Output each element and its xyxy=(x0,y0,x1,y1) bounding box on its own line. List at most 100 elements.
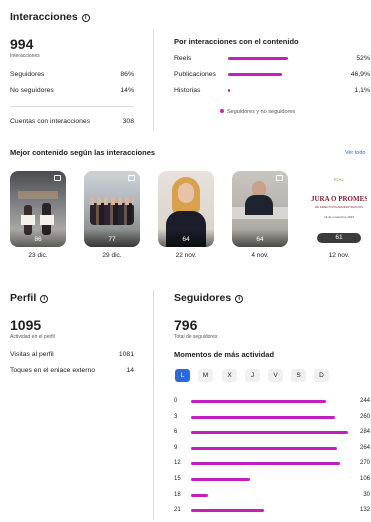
info-icon[interactable]: i xyxy=(235,295,244,303)
reels-label: Reels xyxy=(174,55,192,62)
hour-activity-bar xyxy=(191,462,340,466)
info-icon[interactable]: i xyxy=(81,14,90,22)
poster-logo: ICAL xyxy=(333,177,344,182)
followers-share-value: 86% xyxy=(120,71,134,78)
accounts-engaged-label: Cuentas con interacciones xyxy=(10,118,91,125)
hour-label: 9 xyxy=(174,444,178,451)
followers-title-text: Seguidores xyxy=(174,292,232,304)
profile-total: 1095 xyxy=(10,317,42,333)
interaction-count: 64 xyxy=(256,236,264,243)
hour-activity-value: 270 xyxy=(359,460,370,467)
hour-activity-value: 30 xyxy=(363,491,370,498)
poster-title: JURA O PROMESA xyxy=(311,195,367,203)
day-button-tuesday[interactable]: M xyxy=(198,369,213,382)
interaction-count: 77 xyxy=(108,236,116,243)
hour-activity-value: 244 xyxy=(359,398,370,404)
carousel-icon xyxy=(54,175,61,181)
day-button-sunday[interactable]: D xyxy=(314,369,329,382)
poster-subtitle: DE DIRECTIVOS ADMINISTRATIVOS xyxy=(315,205,363,209)
hour-activity-bar xyxy=(191,478,250,481)
hour-activity-bar xyxy=(191,446,337,450)
hour-activity-bar xyxy=(191,493,208,497)
by-content-legend: Seguidores y no seguidores xyxy=(220,109,295,115)
by-content-title: Por interacciones con el contenido xyxy=(174,37,299,46)
hour-label: 3 xyxy=(174,413,178,420)
hour-label: 15 xyxy=(174,476,181,482)
stories-bar xyxy=(228,89,230,92)
followers-total-label: Total de seguidores xyxy=(174,334,218,340)
divider xyxy=(10,106,134,107)
see-all-link[interactable]: Ver todo xyxy=(345,150,366,156)
vertical-divider xyxy=(153,30,154,130)
content-date: 23 dic. xyxy=(28,252,48,259)
interactions-title: Interacciones i xyxy=(10,11,90,23)
face-shape xyxy=(178,183,194,203)
content-date: 4 nov. xyxy=(251,252,269,259)
info-icon[interactable]: i xyxy=(40,295,49,303)
interactions-total: 994 xyxy=(10,36,34,52)
content-thumbnail[interactable]: 64 xyxy=(232,171,288,247)
legend-dot-icon xyxy=(220,109,224,113)
hour-activity-value: 264 xyxy=(359,444,370,451)
external-link-taps-value: 14 xyxy=(126,367,134,374)
posts-value: 46,9% xyxy=(350,71,370,78)
external-link-taps-label: Toques en el enlace externo xyxy=(10,367,96,374)
day-button-friday[interactable]: V xyxy=(268,369,283,382)
faces xyxy=(90,197,134,205)
content-date: 12 nov. xyxy=(328,252,350,259)
interactions-title-text: Interacciones xyxy=(10,11,78,23)
poster-date: 14 de noviembre 2023 xyxy=(324,215,354,219)
profile-title: Perfil i xyxy=(10,292,49,304)
day-button-monday[interactable]: L xyxy=(175,369,190,382)
suit-shape xyxy=(245,195,273,215)
profile-total-label: Actividad en el perfil xyxy=(10,334,55,340)
interaction-count: 61 xyxy=(335,234,343,241)
content-thumbnail[interactable]: 77 xyxy=(84,171,140,247)
day-button-thursday[interactable]: J xyxy=(245,369,260,382)
hour-label: 18 xyxy=(174,491,181,498)
best-content-title: Mejor contenido según las interacciones xyxy=(10,148,156,157)
scene-shape xyxy=(18,191,58,199)
vertical-divider xyxy=(153,290,154,520)
hour-activity-value: 260 xyxy=(359,413,370,420)
hour-label: 12 xyxy=(174,460,181,467)
sign-shape xyxy=(21,215,35,225)
hour-activity-bar xyxy=(191,400,326,403)
hour-activity-bar xyxy=(191,431,348,435)
carousel-icon xyxy=(276,175,283,181)
content-thumbnail[interactable]: ICAL JURA O PROMESA DE DIRECTIVOS ADMINI… xyxy=(311,171,367,247)
content-thumbnail[interactable]: 86 xyxy=(10,171,66,247)
group-figures xyxy=(90,203,134,225)
non-followers-share-label: No seguidores xyxy=(10,87,54,94)
hour-activity-bar xyxy=(191,509,264,513)
interactions-total-label: Interacciones xyxy=(10,53,40,59)
most-active-times-title: Momentos de más actividad xyxy=(174,350,275,359)
posts-label: Publicaciones xyxy=(174,71,216,78)
hour-activity-bar xyxy=(191,415,335,419)
profile-visits-label: Visitas al perfil xyxy=(10,351,54,358)
content-date: 22 nov. xyxy=(175,252,197,259)
carousel-icon xyxy=(128,175,135,181)
content-date: 29 dic. xyxy=(102,252,122,259)
stories-label: Historias xyxy=(174,87,201,94)
day-button-saturday[interactable]: S xyxy=(291,369,306,382)
followers-share-label: Seguidores xyxy=(10,71,45,78)
profile-title-text: Perfil xyxy=(10,292,37,304)
posts-bar xyxy=(228,73,282,76)
hour-activity-value: 284 xyxy=(359,429,370,436)
hour-activity-value: 132 xyxy=(359,507,370,514)
followers-total: 796 xyxy=(174,317,198,333)
accounts-engaged-value: 308 xyxy=(122,118,134,125)
profile-visits-value: 1081 xyxy=(118,351,134,358)
hour-label: 0 xyxy=(174,398,178,404)
content-thumbnail[interactable]: 64 xyxy=(158,171,214,247)
followers-title: Seguidores i xyxy=(174,292,244,304)
reels-bar xyxy=(228,57,288,60)
sign-shape xyxy=(40,215,54,225)
hour-label: 21 xyxy=(174,507,181,514)
legend-text: Seguidores y no seguidores xyxy=(227,109,296,115)
interaction-count: 86 xyxy=(34,236,42,243)
day-button-wednesday[interactable]: X xyxy=(222,369,237,382)
hour-label: 6 xyxy=(174,429,178,436)
non-followers-share-value: 14% xyxy=(120,87,134,94)
